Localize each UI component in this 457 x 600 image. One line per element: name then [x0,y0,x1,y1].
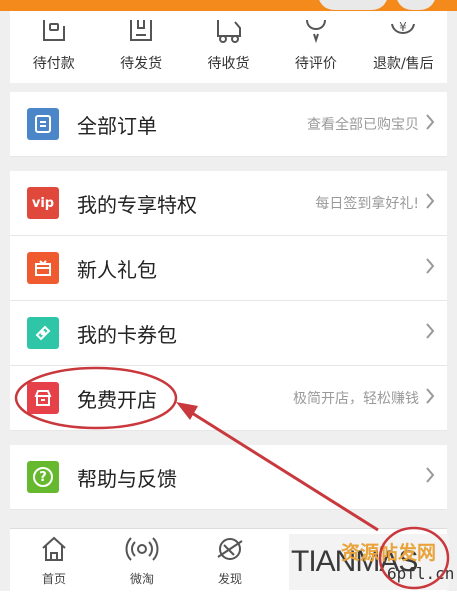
planet-icon [215,535,245,567]
menu-newcomer-gift[interactable]: 新人礼包 [10,236,447,301]
menu-hint: 查看全部已购宝贝 [307,117,419,133]
menu-label: 全部订单 [77,113,157,138]
status-pending-review[interactable]: 待评价 [272,11,359,83]
menu-hint: 极简开店，轻松赚钱 [293,391,419,407]
tab-label: 发现 [217,572,242,586]
menu-label: 帮助与反馈 [77,466,177,491]
status-label: 待发货 [120,56,163,72]
help-icon: ? [27,461,59,493]
refund-icon: ¥ [388,11,418,51]
tab-weitao[interactable]: 微淘 [98,529,186,593]
status-pending-shipment[interactable]: 待发货 [97,11,184,83]
menu-open-store[interactable]: 免费开店 极简开店，轻松赚钱 [10,366,447,431]
status-pending-payment[interactable]: 待付款 [10,11,97,83]
chevron-right-icon [425,466,435,488]
gift-icon [27,252,59,284]
tab-label: 首页 [41,572,66,586]
chevron-right-icon [425,113,435,135]
chevron-right-icon [425,387,435,409]
store-icon [27,382,59,414]
screen-edge [447,11,457,591]
status-label: 退款/售后 [372,56,434,72]
tab-home[interactable]: 首页 [10,529,98,593]
screen-edge [0,11,10,591]
menu-hint: 每日签到拿好礼! [315,196,419,212]
status-label: 待付款 [32,56,75,72]
vip-icon: vip [27,187,59,219]
chevron-right-icon [425,257,435,279]
section-divider [10,83,447,92]
tab-label: 微淘 [129,572,154,586]
top-header-bar [0,0,457,11]
menu-label: 新人礼包 [77,257,157,282]
status-refund[interactable]: ¥ 退款/售后 [360,11,447,83]
tab-discover[interactable]: 发现 [186,529,274,593]
svg-text:¥: ¥ [400,20,408,34]
menu-help-feedback[interactable]: ? 帮助与反馈 [10,445,447,510]
status-label: 待收货 [207,56,250,72]
package-icon [126,11,156,51]
order-list-icon [27,108,59,140]
menu-coupon-wallet[interactable]: 我的卡券包 [10,301,447,366]
comment-icon [301,11,331,51]
status-label: 待评价 [294,56,337,72]
section-divider [10,157,447,171]
watermark-cn: 资源帖发网 [341,542,437,564]
status-pending-receipt[interactable]: 待收货 [185,11,272,83]
watermark: TIANMAS 资源帖发网 6pfl.cn [289,534,454,590]
menu-label: 免费开店 [77,387,157,412]
home-icon [39,535,69,567]
truck-icon [214,11,244,51]
menu-label: 我的卡券包 [77,322,177,347]
wallet-icon [39,11,69,51]
chevron-right-icon [425,322,435,344]
menu-exclusive-privilege[interactable]: vip 我的专享特权 每日签到拿好礼! [10,171,447,236]
order-status-bar: 待付款 待发货 待收货 待评价 ¥ 退款/售后 [10,11,447,83]
watermark-url: 6pfl.cn [387,564,455,583]
section-divider [10,510,447,528]
vip-icon-text: vip [31,195,55,211]
ticket-icon [27,317,59,349]
broadcast-icon [125,535,159,567]
header-decoration [318,0,388,10]
menu-all-orders[interactable]: 全部订单 查看全部已购宝贝 [10,92,447,157]
menu-label: 我的专享特权 [77,192,197,217]
header-decoration [396,0,436,10]
section-divider [10,431,447,445]
chevron-right-icon [425,192,435,214]
help-icon-text: ? [33,467,53,487]
